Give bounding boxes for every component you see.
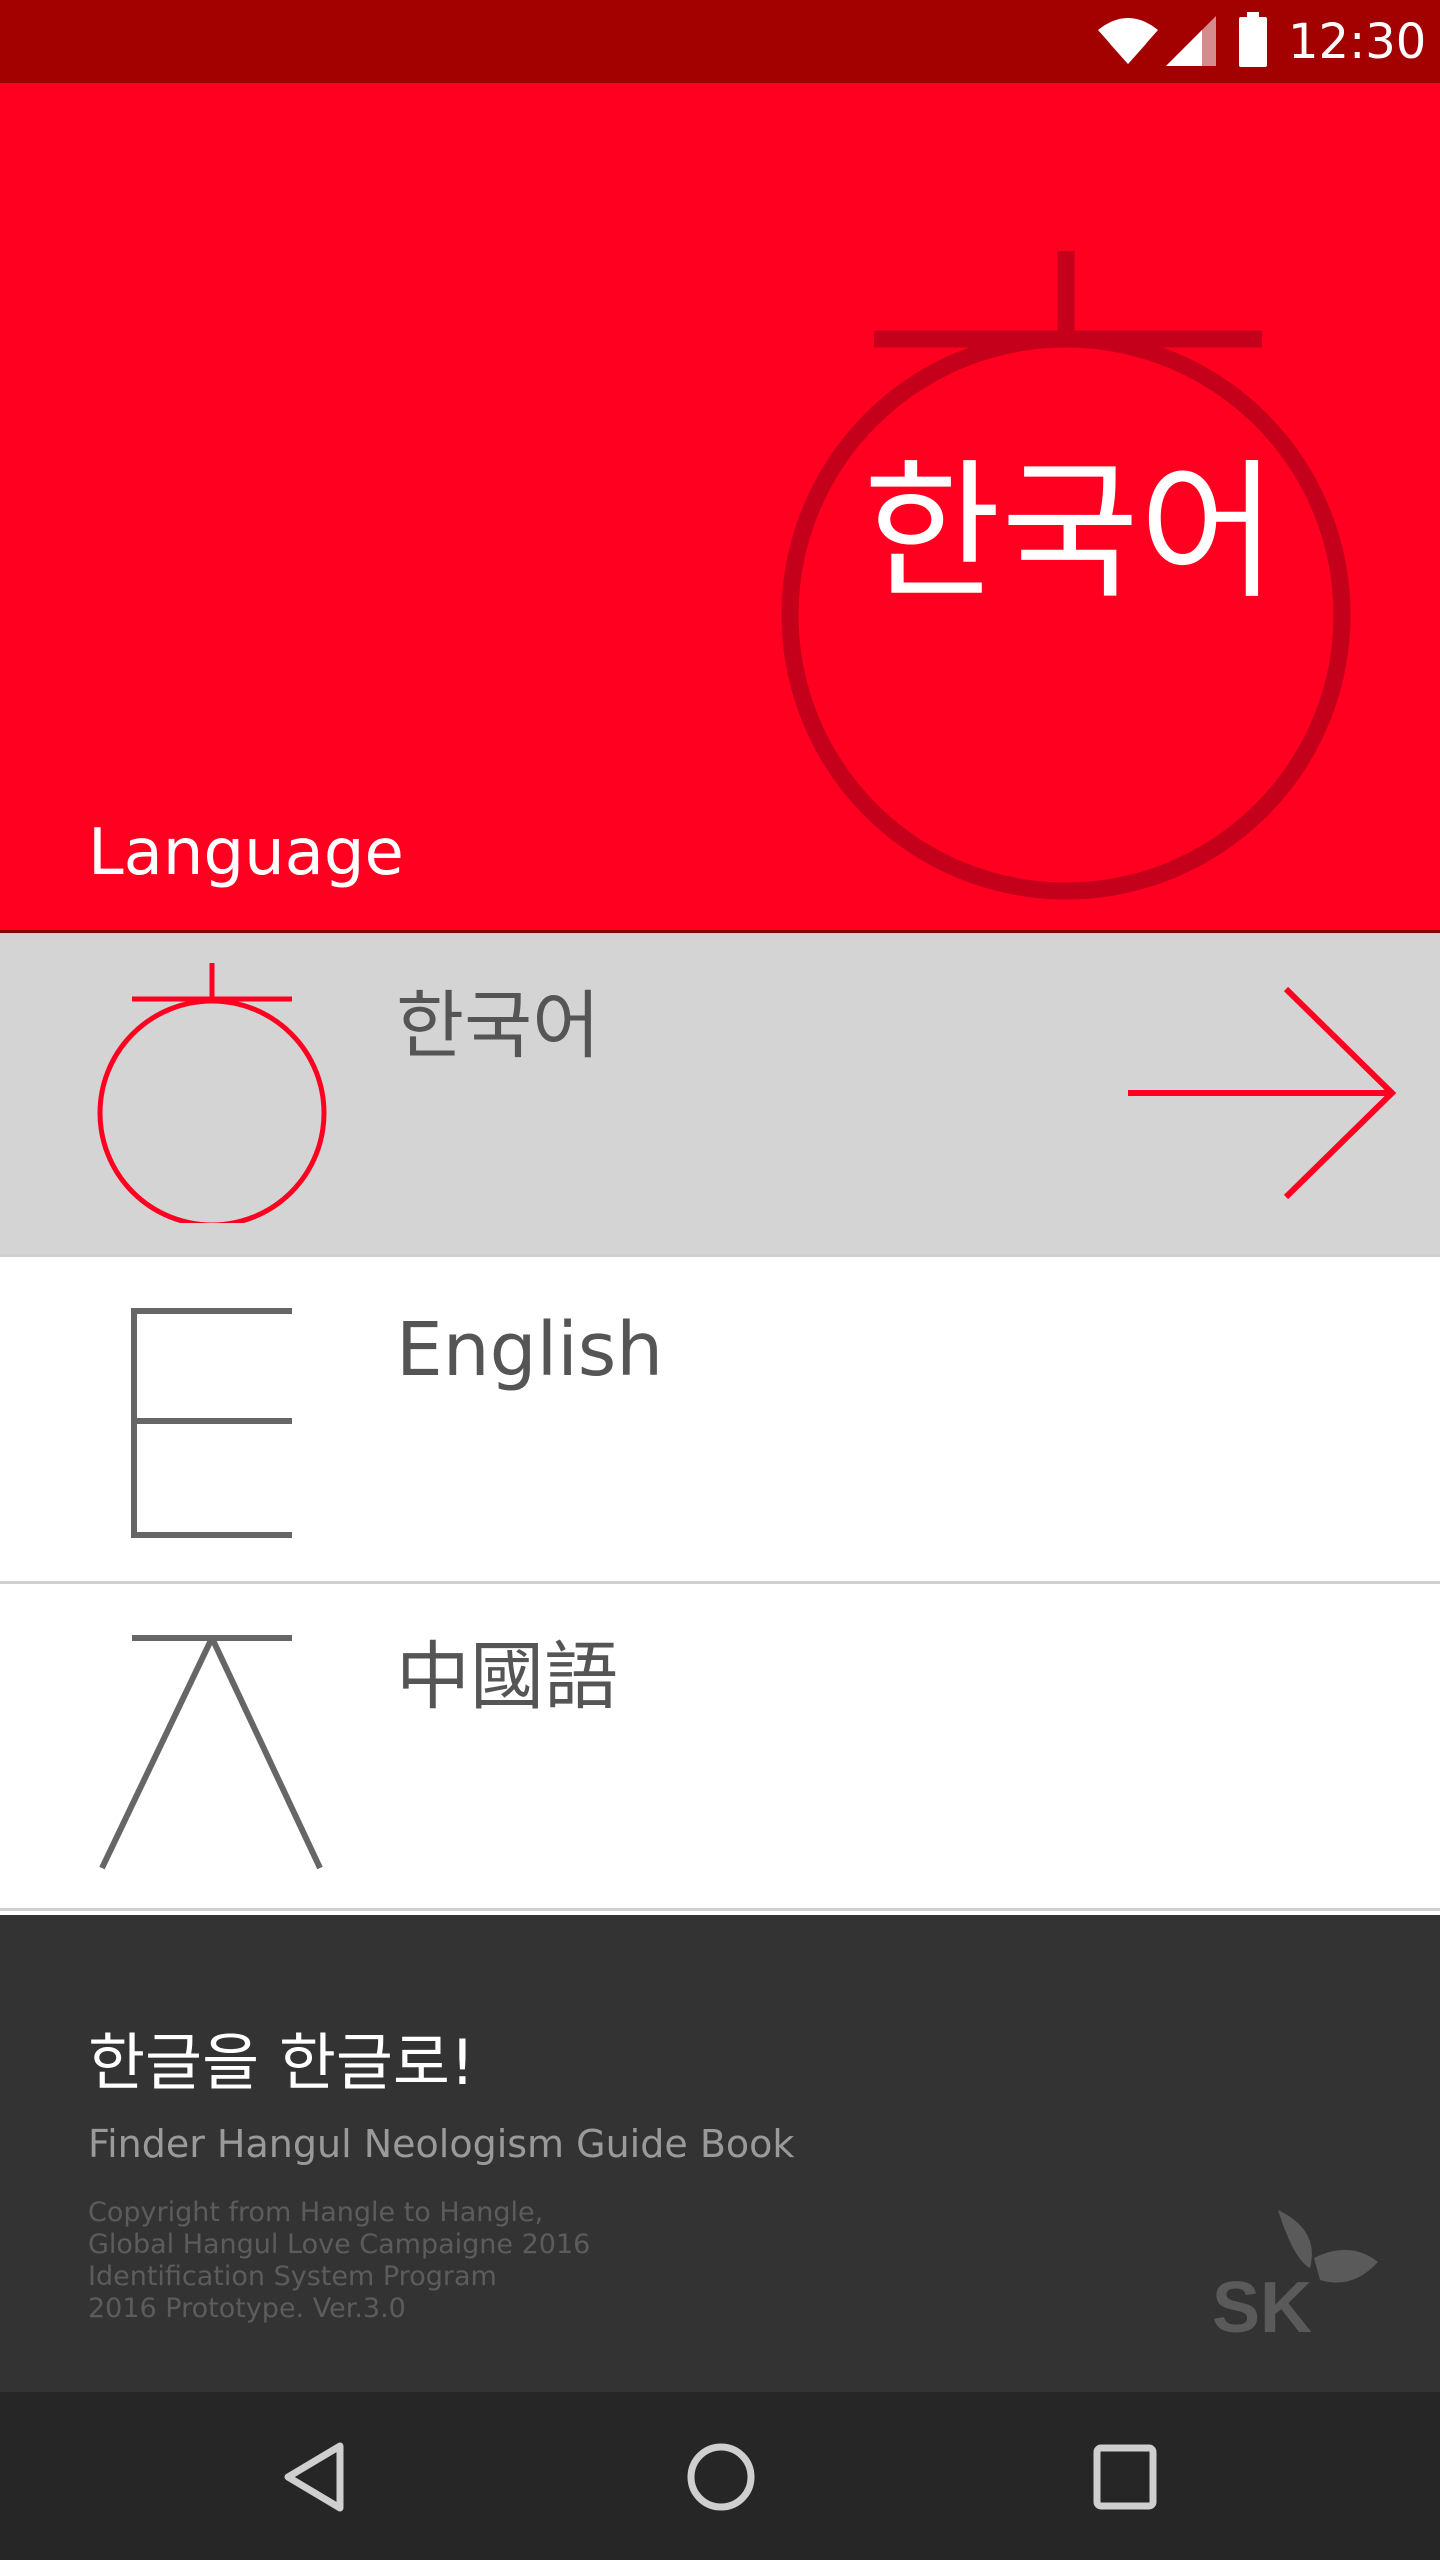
letter-e-icon bbox=[88, 1287, 338, 1551]
hangul-jieut-icon bbox=[88, 1614, 338, 1878]
arrow-right-icon[interactable] bbox=[1126, 983, 1406, 1207]
language-screen: 12:30 한국어 Language 한국어 English 中國語 한글을 한… bbox=[0, 0, 1440, 2560]
copyright-text: Copyright from Hangle to Hangle, Global … bbox=[88, 2197, 590, 2325]
copyright-line: Identification System Program bbox=[88, 2261, 497, 2292]
section-title: Language bbox=[88, 816, 404, 890]
hangul-ieung-icon bbox=[88, 963, 338, 1228]
hero-language-label: 한국어 bbox=[862, 446, 1277, 620]
copyright-line: 2016 Prototype. Ver.3.0 bbox=[88, 2293, 406, 2324]
svg-text:SK: SK bbox=[1212, 2268, 1312, 2340]
hero-header: 한국어 Language bbox=[0, 83, 1440, 930]
language-item-chinese[interactable]: 中國語 bbox=[0, 1584, 1440, 1911]
language-list: 한국어 English 中國語 bbox=[0, 930, 1440, 1911]
footer-subtitle: Finder Hangul Neologism Guide Book bbox=[88, 2122, 795, 2166]
language-name: 中國語 bbox=[396, 1634, 618, 1720]
footer-slogan: 한글을 한글로! bbox=[88, 2026, 475, 2099]
system-nav-bar bbox=[0, 2392, 1440, 2560]
copyright-line: Copyright from Hangle to Hangle, bbox=[88, 2197, 544, 2228]
copyright-line: Global Hangul Love Campaigne 2016 bbox=[88, 2229, 591, 2260]
sk-logo: SK bbox=[1210, 2200, 1390, 2348]
footer: 한글을 한글로! Finder Hangul Neologism Guide B… bbox=[0, 1915, 1440, 2392]
home-icon[interactable] bbox=[684, 2440, 758, 2518]
battery-icon bbox=[1238, 12, 1268, 72]
language-name: English bbox=[396, 1307, 664, 1393]
status-clock: 12:30 bbox=[1288, 14, 1427, 70]
language-name: 한국어 bbox=[396, 983, 601, 1069]
language-item-english[interactable]: English bbox=[0, 1257, 1440, 1584]
back-icon[interactable] bbox=[280, 2440, 350, 2518]
recents-icon[interactable] bbox=[1090, 2440, 1160, 2518]
cell-signal-icon bbox=[1164, 14, 1218, 72]
language-item-korean[interactable]: 한국어 bbox=[0, 930, 1440, 1257]
wifi-icon bbox=[1096, 14, 1160, 70]
status-bar: 12:30 bbox=[0, 0, 1440, 83]
